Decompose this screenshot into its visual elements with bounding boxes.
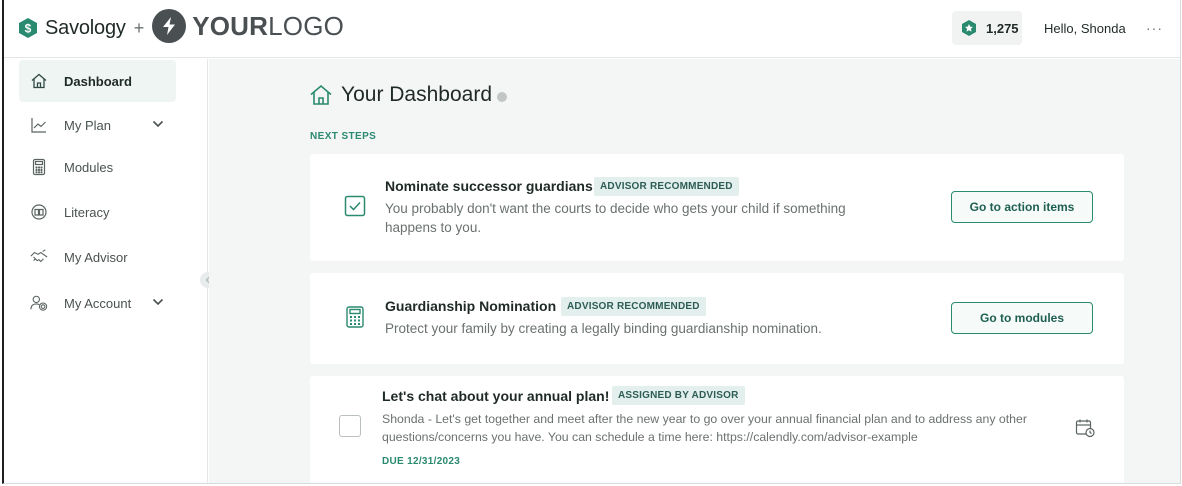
user-settings-icon: [30, 294, 48, 312]
brand-name: Savology: [45, 16, 126, 39]
advisor-recommended-badge: ADVISOR RECOMMENDED: [594, 177, 739, 196]
points-badge[interactable]: 1,275: [952, 11, 1022, 45]
next-step-card: Let's chat about your annual plan! ASSIG…: [310, 376, 1124, 483]
sidebar-item-my-advisor[interactable]: My Advisor: [19, 236, 176, 278]
main-content: Your Dashboard NEXT STEPS Nominate succe…: [209, 59, 1180, 483]
card-description: Protect your family by creating a legall…: [385, 321, 822, 336]
svg-text:$: $: [25, 22, 32, 36]
sidebar-item-label: My Account: [64, 295, 132, 311]
card-title: Guardianship Nomination: [385, 298, 557, 314]
sidebar-item-label: Modules: [64, 159, 114, 175]
sidebar-item-label: Literacy: [64, 204, 110, 220]
page-title: Your Dashboard: [341, 83, 492, 106]
card-description: Shonda - Let's get together and meet aft…: [382, 412, 1027, 444]
calculator-icon: [346, 306, 364, 328]
sidebar-item-label: Dashboard: [64, 73, 132, 89]
sidebar: Dashboard My Plan Modules Literacy My Ad…: [4, 59, 216, 483]
user-greeting[interactable]: Hello, Shonda: [1044, 21, 1126, 36]
chevron-down-icon[interactable]: [151, 295, 165, 309]
go-to-modules-button[interactable]: Go to modules: [951, 302, 1093, 334]
sidebar-item-modules[interactable]: Modules: [19, 146, 176, 188]
savology-logo-icon: $: [19, 18, 37, 38]
help-icon[interactable]: [497, 91, 507, 102]
app-window: $ Savology + YOURLOGO 1,275 Hello, Shond…: [2, 0, 1181, 484]
assigned-by-advisor-badge: ASSIGNED BY ADVISOR: [612, 386, 745, 405]
next-step-card: Nominate successor guardians ADVISOR REC…: [310, 154, 1124, 261]
advisor-recommended-badge: ADVISOR RECOMMENDED: [561, 297, 706, 316]
chevron-down-icon[interactable]: [151, 117, 165, 131]
card-description: You probably don't want the courts to de…: [385, 201, 846, 235]
checkbox-empty-icon[interactable]: [339, 415, 361, 437]
card-title: Nominate successor guardians: [385, 178, 593, 194]
brand-plus: +: [133, 17, 145, 38]
points-count: 1,275: [986, 20, 1019, 36]
calendar-clock-icon[interactable]: [1075, 418, 1095, 438]
page-header: Your Dashboard: [309, 83, 507, 107]
partner-logo: YOURLOGO: [192, 11, 345, 41]
more-options-icon[interactable]: ···: [1146, 20, 1163, 36]
due-date: DUE 12/31/2023: [382, 456, 461, 467]
brand-logo[interactable]: $ Savology + YOURLOGO: [17, 9, 345, 43]
go-to-action-items-button[interactable]: Go to action items: [951, 191, 1093, 223]
card-title: Let's chat about your annual plan!: [382, 388, 610, 404]
section-label-next-steps: NEXT STEPS: [310, 131, 377, 142]
points-hexagon-icon: [962, 20, 976, 36]
sidebar-item-label: My Plan: [64, 117, 111, 133]
sidebar-item-label: My Advisor: [64, 249, 128, 265]
trend-chart-icon: [30, 116, 48, 134]
literacy-icon: [30, 203, 48, 221]
sidebar-item-dashboard[interactable]: Dashboard: [19, 60, 176, 102]
sidebar-item-my-plan[interactable]: My Plan: [19, 104, 176, 146]
sidebar-item-my-account[interactable]: My Account: [19, 282, 176, 324]
next-step-card: Guardianship Nomination ADVISOR RECOMMEN…: [310, 273, 1124, 364]
top-header: $ Savology + YOURLOGO 1,275 Hello, Shond…: [4, 0, 1180, 58]
bolt-icon: [152, 9, 187, 43]
home-icon: [30, 72, 48, 90]
calculator-icon: [30, 158, 48, 176]
home-icon: [310, 84, 332, 105]
handshake-icon: [30, 248, 48, 266]
checked-box-icon[interactable]: [344, 195, 366, 217]
sidebar-item-literacy[interactable]: Literacy: [19, 191, 176, 233]
